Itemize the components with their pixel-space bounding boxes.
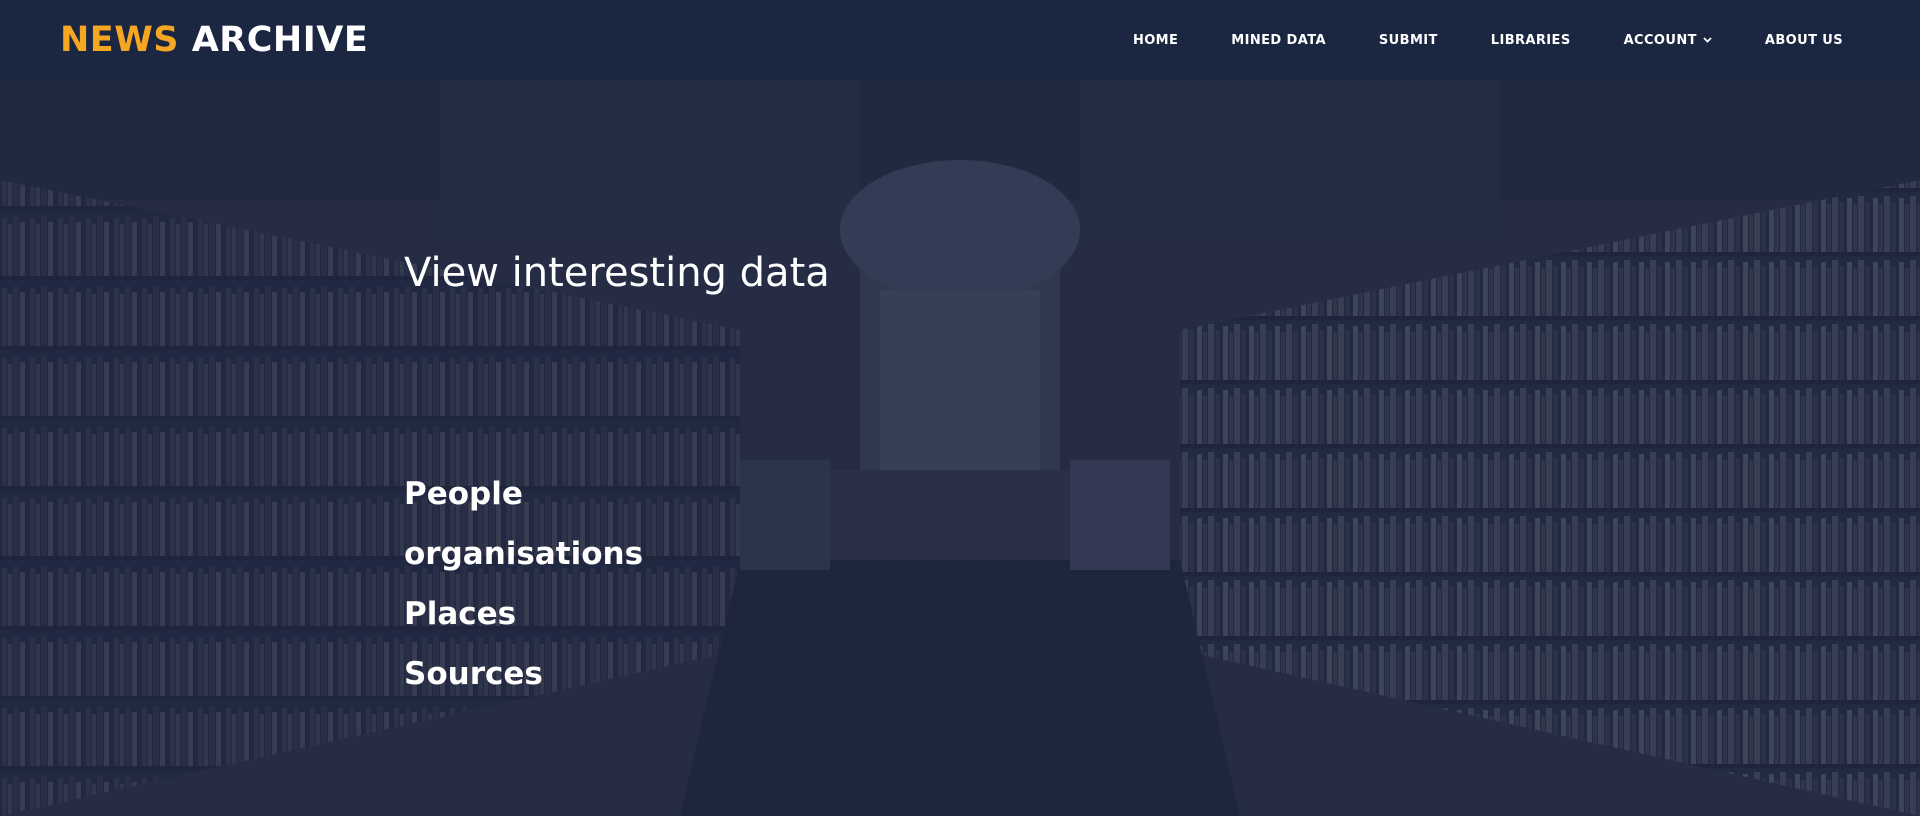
- link-people[interactable]: People: [404, 464, 643, 524]
- data-category-links: People organisations Places Sources: [404, 464, 643, 704]
- site-header: NEWS ARCHIVE HOME MINED DATA SUBMIT LIBR…: [0, 0, 1920, 80]
- nav-item-libraries[interactable]: LIBRARIES: [1491, 33, 1571, 48]
- nav-item-label: HOME: [1132, 32, 1179, 48]
- background-overlay: [0, 0, 1920, 816]
- nav-item-account[interactable]: ACCOUNT: [1624, 33, 1712, 48]
- page: NEWS ARCHIVE HOME MINED DATA SUBMIT LIBR…: [0, 0, 1920, 816]
- link-sources[interactable]: Sources: [404, 644, 643, 704]
- link-organisations[interactable]: organisations: [404, 524, 643, 584]
- nav-item-about-us[interactable]: ABOUT US: [1765, 33, 1843, 48]
- hero-section: View interesting data: [404, 245, 830, 301]
- nav-item-submit[interactable]: SUBMIT: [1379, 33, 1438, 48]
- chevron-down-icon: [1703, 36, 1712, 46]
- nav-item-label: MINED DATA: [1231, 32, 1326, 48]
- hero-title: View interesting data: [404, 250, 830, 296]
- nav-item-label: ACCOUNT: [1623, 32, 1697, 48]
- link-places[interactable]: Places: [404, 584, 643, 644]
- main-nav: HOME MINED DATA SUBMIT LIBRARIES ACCOUNT…: [1080, 0, 1843, 80]
- nav-item-mined-data[interactable]: MINED DATA: [1231, 33, 1326, 48]
- nav-item-label: ABOUT US: [1764, 32, 1843, 48]
- logo-accent-text: NEWS: [60, 20, 180, 60]
- nav-item-home[interactable]: HOME: [1133, 33, 1178, 48]
- nav-item-label: SUBMIT: [1378, 32, 1438, 48]
- site-logo[interactable]: NEWS ARCHIVE: [60, 18, 368, 62]
- logo-main-text: ARCHIVE: [191, 20, 369, 60]
- nav-item-label: LIBRARIES: [1490, 32, 1571, 48]
